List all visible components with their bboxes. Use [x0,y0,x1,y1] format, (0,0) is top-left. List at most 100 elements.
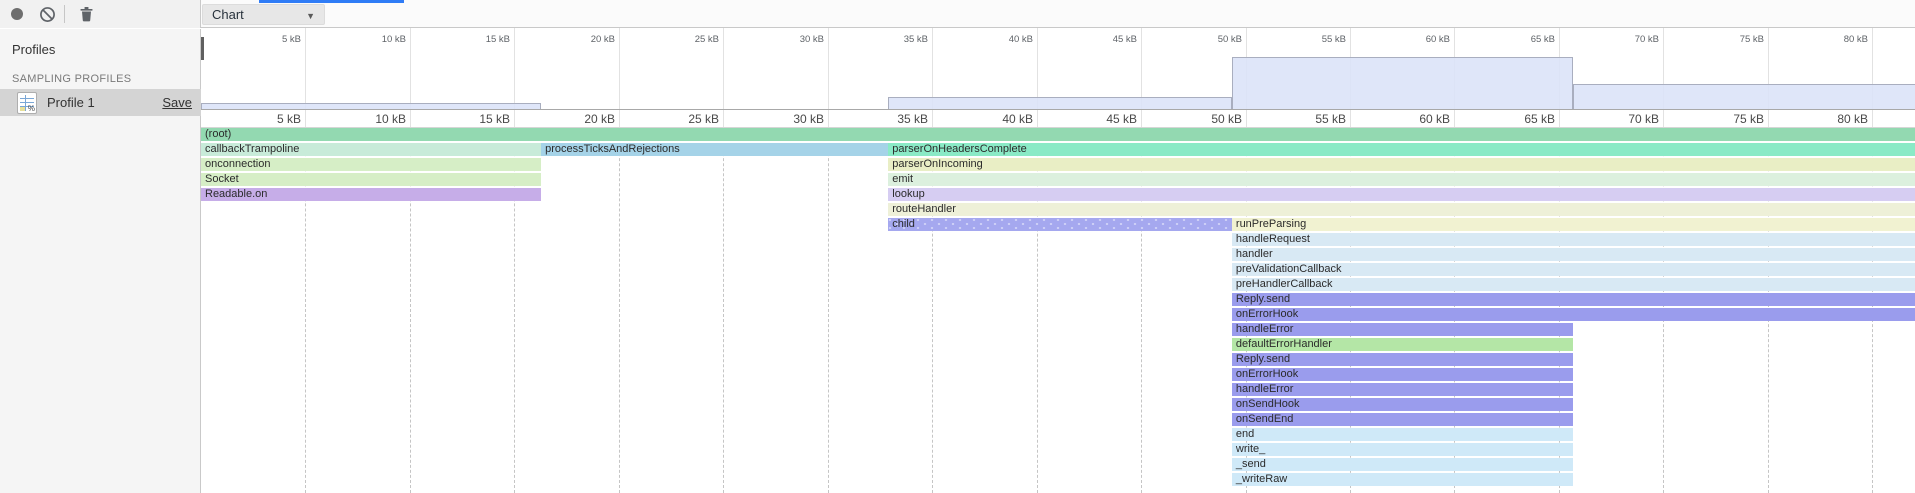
flame-bar-label: handleError [1232,383,1574,396]
ruler-tick-label: 15 kB [486,34,514,45]
gridline [723,128,724,493]
ruler-tick-label: 80 kB [1837,112,1872,126]
flame-bar[interactable]: handleError [1232,383,1574,396]
flame-bar-label: preValidationCallback [1232,263,1915,276]
ruler-tick-label: 25 kB [695,34,723,45]
gridline [1663,28,1664,127]
sidebar-title: Profiles [12,42,55,57]
flame-bar[interactable]: preHandlerCallback [1232,278,1915,291]
gridline [410,28,411,127]
flame-bar-label: Reply.send [1232,353,1574,366]
flame-bar[interactable]: onconnection [201,158,541,171]
active-tab-indicator [259,0,404,3]
flame-bar[interactable]: preValidationCallback [1232,263,1915,276]
overview-drag-handle[interactable] [201,37,204,60]
sidebar-item-profile-1[interactable]: % Profile 1 Save [0,89,201,116]
overview-separator [201,109,1915,110]
flame-bar-label: _send [1232,458,1574,471]
heap-profile-icon: % [17,92,37,114]
flame-bar[interactable]: routeHandler [888,203,1915,216]
ruler-tick-label: 65 kB [1524,112,1559,126]
flame-bar-label: onErrorHook [1232,368,1574,381]
save-link[interactable]: Save [162,95,192,110]
ruler-tick-label: 5 kB [282,34,305,45]
gridline [619,28,620,127]
flame-chart-area: 5 kB10 kB15 kB20 kB25 kB30 kB35 kB40 kB4… [201,28,1915,493]
ruler-tick-label: 5 kB [277,112,305,126]
ruler-tick-label: 50 kB [1218,34,1246,45]
flame-bar-label: parserOnHeadersComplete [888,143,1915,156]
ruler-tick-label: 60 kB [1426,34,1454,45]
flame-bar-label: _writeRaw [1232,473,1574,486]
flame-bar-label: Readable.on [201,188,541,201]
ruler-tick-label: 75 kB [1733,112,1768,126]
flame-bar-label: write_ [1232,443,1574,456]
flame-bar-label: defaultErrorHandler [1232,338,1574,351]
gridline [828,28,829,127]
flame-bar-label: callbackTrampoline [201,143,541,156]
gridline [828,128,829,493]
ruler-tick-label: 30 kB [800,34,828,45]
ruler-tick-label: 15 kB [479,112,514,126]
flame-bar[interactable]: parserOnHeadersComplete [888,143,1915,156]
flame-bar[interactable]: defaultErrorHandler [1232,338,1574,351]
ruler-tick-label: 50 kB [1211,112,1246,126]
flame-bar[interactable]: onErrorHook [1232,308,1915,321]
flame-bar[interactable]: Reply.send [1232,293,1915,306]
flame-bar[interactable]: end [1232,428,1574,441]
ruler-tick-label: 65 kB [1531,34,1559,45]
flame-bar-label: routeHandler [888,203,1915,216]
chevron-down-icon: ▼ [306,11,315,21]
ruler-tick-label: 30 kB [793,112,828,126]
ruler-tick-label: 55 kB [1322,34,1350,45]
flame-bar[interactable]: (root) [201,128,1915,141]
flame-bar[interactable]: processTicksAndRejections [541,143,888,156]
flame-bar-label: handleError [1232,323,1574,336]
ruler-tick-label: 70 kB [1635,34,1663,45]
flame-bar[interactable]: handleError [1232,323,1574,336]
record-icon [9,6,25,22]
flame-bar[interactable]: Readable.on [201,188,541,201]
flame-bar-label: parserOnIncoming [888,158,1915,171]
ruler-tick-label: 75 kB [1740,34,1768,45]
flame-bar[interactable]: write_ [1232,443,1574,456]
flame-bar-label: lookup [888,188,1915,201]
delete-profile-button[interactable] [73,2,99,26]
gridline [305,28,306,127]
overview-step [888,97,1232,109]
flame-bar[interactable]: handler [1232,248,1915,261]
flame-bar[interactable]: lookup [888,188,1915,201]
flame-bar[interactable]: onSendEnd [1232,413,1574,426]
flame-bar-label: handler [1232,248,1915,261]
flame-bar[interactable]: callbackTrampoline [201,143,541,156]
flame-bar[interactable]: runPreParsing [1232,218,1915,231]
flame-bar-label: onSendEnd [1232,413,1574,426]
ruler-tick-label: 10 kB [375,112,410,126]
flame-bar[interactable]: emit [888,173,1915,186]
flame-bar[interactable]: parserOnIncoming [888,158,1915,171]
flame-bar[interactable]: Reply.send [1232,353,1574,366]
ruler-tick-label: 20 kB [591,34,619,45]
flame-bar-label: Socket [201,173,541,186]
gridline [723,28,724,127]
toolbar: Chart ▼ [0,0,1915,28]
ruler-tick-label: 55 kB [1315,112,1350,126]
flame-bar[interactable]: _send [1232,458,1574,471]
profiles-sidebar: Profiles SAMPLING PROFILES % Profile 1 S… [0,29,201,493]
clear-button[interactable] [34,2,60,26]
flame-bar[interactable]: _writeRaw [1232,473,1574,486]
ruler-tick-label: 40 kB [1009,34,1037,45]
ruler-tick-label: 60 kB [1419,112,1454,126]
block-icon [39,6,56,23]
record-button[interactable] [4,2,30,26]
flame-bar[interactable]: child [888,218,1232,231]
view-mode-select[interactable]: Chart ▼ [202,4,325,25]
flame-bar-label: preHandlerCallback [1232,278,1915,291]
flame-bar[interactable]: handleRequest [1232,233,1915,246]
flame-bar[interactable]: onSendHook [1232,398,1574,411]
flame-bar[interactable]: onErrorHook [1232,368,1574,381]
flame-bar[interactable]: Socket [201,173,541,186]
gridline [619,128,620,493]
flame-bar-label: onSendHook [1232,398,1574,411]
flame-bar-label: handleRequest [1232,233,1915,246]
